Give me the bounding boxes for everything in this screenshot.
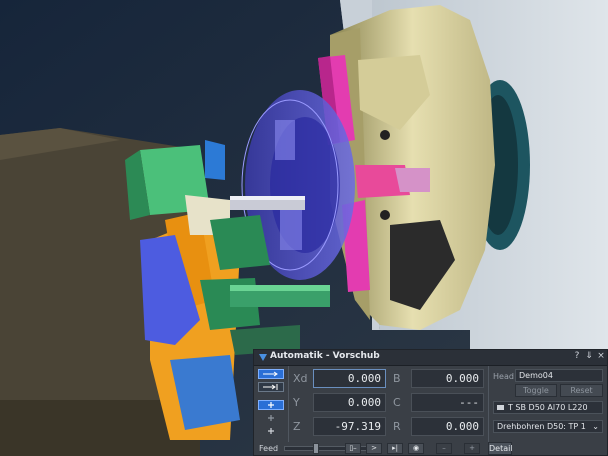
axis-label-y: Y <box>293 396 300 409</box>
crosshair-icon <box>268 402 274 408</box>
axis-value-b[interactable]: 0.000 <box>411 369 484 388</box>
move-axis-icon <box>263 371 278 377</box>
axis-value-xd[interactable]: 0.000 <box>313 369 386 388</box>
operation-name: Drehbohren D50: TP 1 <box>497 422 586 431</box>
axis-label-c: C <box>393 396 401 409</box>
axis-label-b: B <box>393 372 401 385</box>
crosshair-button[interactable] <box>258 400 284 410</box>
tool-name: T SB D50 Al70 L220 <box>508 403 588 412</box>
play-button[interactable]: > <box>366 443 382 454</box>
spindle-icon <box>259 354 267 361</box>
help-button[interactable]: ? <box>572 351 582 361</box>
tool-field[interactable]: T SB D50 Al70 L220 <box>493 401 603 414</box>
move-to-button[interactable] <box>258 382 284 392</box>
pin-button[interactable]: ⇓ <box>584 351 594 361</box>
plus-button[interactable]: + <box>464 443 480 454</box>
crosshair-move-button[interactable] <box>258 426 284 436</box>
crosshair-move-icon <box>268 428 274 434</box>
minus-button[interactable]: – <box>436 443 452 454</box>
axis-value-y[interactable]: 0.000 <box>313 393 386 412</box>
close-button[interactable]: × <box>596 351 606 361</box>
reset-button[interactable]: Reset <box>560 384 603 397</box>
head-label: Head <box>493 372 514 381</box>
axis-value-c[interactable]: --- <box>411 393 484 412</box>
axis-label-z: Z <box>293 420 301 433</box>
record-button[interactable]: ◉ <box>408 443 424 454</box>
axis-value-r[interactable]: 0.000 <box>411 417 484 436</box>
chevron-down-icon: ⌄ <box>592 422 599 431</box>
axis-label-xd: Xd <box>293 372 308 385</box>
panel-titlebar[interactable]: Automatik - Vorschub ? ⇓ × <box>254 350 607 366</box>
operation-select[interactable]: Drehbohren D50: TP 1 ⌄ <box>493 420 603 433</box>
boring-bar-tool <box>230 196 305 210</box>
crosshair-gray-button[interactable] <box>258 413 284 423</box>
feed-slider-thumb[interactable] <box>313 443 320 454</box>
panel-title: Automatik - Vorschub <box>270 351 380 361</box>
toggle-button[interactable]: Toggle <box>515 384 557 397</box>
automatic-feed-panel: Automatik - Vorschub ? ⇓ × Xd 0.000 Y 0.… <box>253 349 608 456</box>
step-to-end-button[interactable]: ▸| <box>387 443 403 454</box>
divider <box>488 366 489 442</box>
step-button[interactable]: ▯– <box>345 443 361 454</box>
axis-label-r: R <box>393 420 401 433</box>
tool-icon <box>497 405 504 410</box>
head-field[interactable]: Demo04 <box>515 369 603 382</box>
axis-value-z[interactable]: -97.319 <box>313 417 386 436</box>
feed-label: Feed <box>259 444 279 453</box>
divider <box>288 366 289 442</box>
move-axis-button[interactable] <box>258 369 284 379</box>
crosshair-gray-icon <box>268 415 274 421</box>
move-to-icon <box>263 384 278 390</box>
detail-button[interactable]: Detail <box>488 442 513 455</box>
